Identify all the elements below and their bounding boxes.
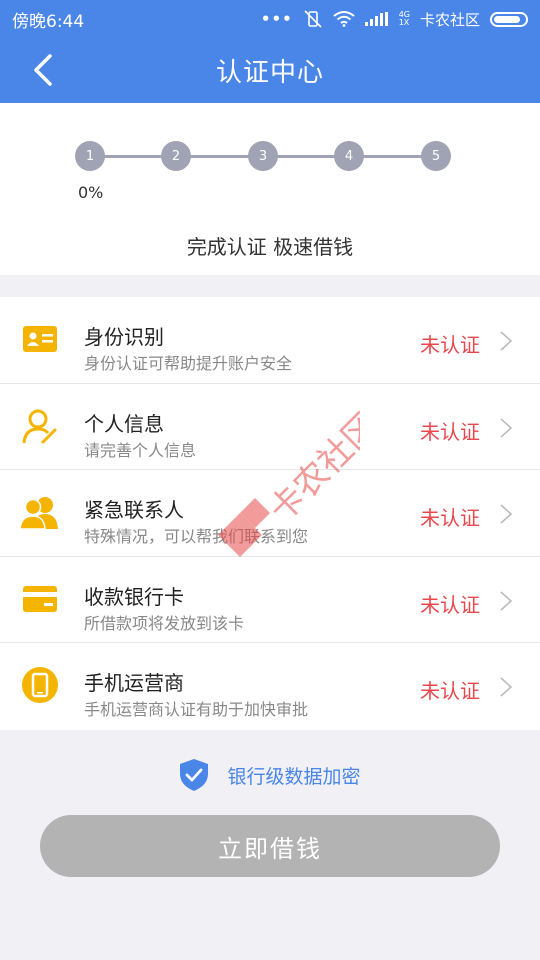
person-edit-icon — [20, 406, 60, 446]
progress-section: 1 2 3 4 5 0% 完成认证 极速借钱 — [0, 103, 540, 275]
id-card-icon — [20, 319, 60, 359]
vibrate-off-icon — [303, 10, 323, 28]
status-badge: 未认证 — [420, 333, 480, 357]
contacts-icon — [20, 492, 60, 532]
progress-percent: 0% — [78, 183, 104, 202]
item-title: 个人信息 — [84, 411, 164, 436]
item-desc: 请完善个人信息 — [84, 440, 197, 460]
nav-bar: 认证中心 — [0, 38, 540, 103]
chevron-right-icon — [500, 417, 513, 438]
list-item-carrier[interactable]: 手机运营商 手机运营商认证有助于加快审批 未认证 — [0, 643, 540, 730]
item-desc: 身份认证可帮助提升账户安全 — [84, 354, 293, 373]
back-button[interactable] — [20, 48, 64, 92]
status-badge: 未认证 — [420, 506, 480, 530]
page-title: 认证中心 — [215, 58, 324, 88]
slogan: 完成认证 极速借钱 — [186, 235, 354, 259]
status-badge: 未认证 — [420, 419, 480, 444]
battery-icon — [490, 11, 528, 27]
list-item-personal-info[interactable]: 个人信息 请完善个人信息 未认证 — [0, 384, 540, 470]
status-badge: 未认证 — [420, 592, 480, 617]
step-3: 3 — [248, 141, 278, 171]
shield-check-icon — [180, 759, 209, 791]
bank-card-icon — [20, 579, 60, 619]
network-type: 4G 1X — [398, 10, 410, 27]
step-5: 5 — [421, 141, 451, 171]
chevron-left-icon — [34, 54, 52, 86]
item-desc: 特殊情况，可以帮我们联系到您 — [84, 527, 309, 546]
phone-icon — [20, 665, 60, 705]
status-time: 傍晚6:44 — [12, 11, 85, 32]
status-icons: ••• 4G 1X 卡农社区 — [261, 9, 528, 30]
step-indicator: 1 2 3 4 5 — [75, 141, 451, 171]
list-item-bank-card[interactable]: 收款银行卡 所借款项将发放到该卡 未认证 — [0, 557, 540, 643]
item-title: 收款银行卡 — [84, 584, 184, 609]
item-title: 紧急联系人 — [84, 498, 184, 522]
item-title: 身份识别 — [84, 325, 164, 349]
step-1: 1 — [75, 141, 105, 171]
list-item-emergency-contact[interactable]: 紧急联系人 特殊情况，可以帮我们联系到您 未认证 — [0, 470, 540, 557]
borrow-now-button[interactable]: 立即借钱 — [40, 815, 500, 877]
list-item-identity[interactable]: 身份识别 身份认证可帮助提升账户安全 未认证 — [0, 297, 540, 384]
chevron-right-icon — [500, 590, 513, 611]
chevron-right-icon — [500, 677, 513, 697]
signal-icon — [364, 12, 389, 26]
item-title: 手机运营商 — [84, 671, 184, 695]
wifi-icon — [333, 11, 355, 27]
item-desc: 所借款项将发放到该卡 — [84, 613, 245, 633]
chevron-right-icon — [500, 331, 513, 351]
more-dots-icon: ••• — [260, 10, 293, 28]
chevron-right-icon — [500, 504, 513, 524]
step-2: 2 — [161, 141, 191, 171]
verification-list: 身份识别 身份认证可帮助提升账户安全 未认证 个人信息 请完善个人信息 未认证 … — [0, 297, 540, 730]
status-bar: 傍晚6:44 ••• 4G 1X 卡农社区 — [0, 0, 540, 38]
item-desc: 手机运营商认证有助于加快审批 — [84, 700, 309, 719]
step-4: 4 — [334, 141, 364, 171]
security-text: 银行级数据加密 — [227, 765, 361, 788]
carrier-name: 卡农社区 — [419, 10, 480, 29]
security-note: 银行级数据加密 — [0, 755, 540, 795]
status-badge: 未认证 — [420, 679, 480, 703]
